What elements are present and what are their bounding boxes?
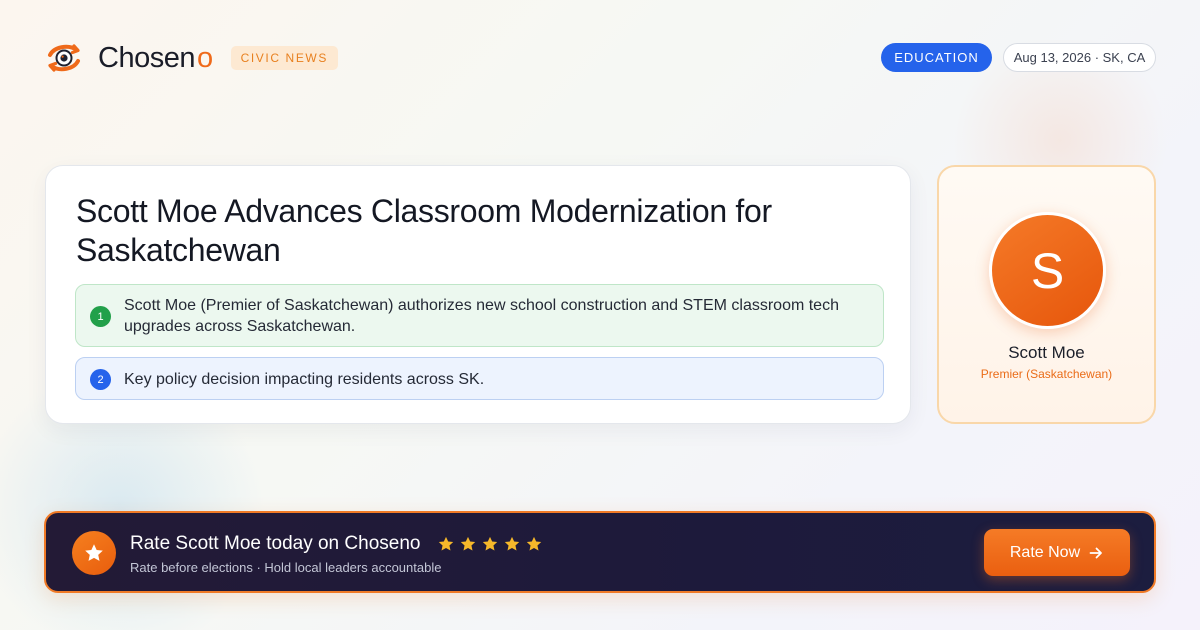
brand-name: Choseno: [98, 41, 213, 74]
rating-star-icon: [482, 536, 498, 551]
banner-title: Rate Scott Moe today on Choseno: [130, 533, 421, 554]
article-card: Scott Moe Advances Classroom Modernizati…: [45, 165, 911, 424]
profile-name: Scott Moe: [1008, 343, 1085, 362]
profile-role: Premier (Saskatchewan): [980, 367, 1113, 381]
arrow-right-icon: [1089, 547, 1103, 558]
category-badge[interactable]: EDUCATION: [881, 43, 992, 72]
point-text: Scott Moe (Premier of Saskatchewan) auth…: [124, 297, 839, 335]
rate-banner: Rate Scott Moe today on Choseno Rate bef…: [44, 511, 1156, 593]
profile-card[interactable]: S Scott Moe Premier (Saskatchewan): [937, 165, 1156, 424]
rating-star-icon: [460, 536, 476, 551]
eye-icon: [48, 44, 80, 72]
rating-star-icon: [438, 536, 454, 551]
date-location-badge: Aug 13, 2026 · SK, CA: [1003, 43, 1156, 72]
point-number: 2: [90, 369, 111, 390]
star-icon: [72, 531, 116, 575]
point-number: 1: [90, 306, 111, 327]
banner-subtitle: Rate before elections · Hold local leade…: [130, 560, 442, 575]
rate-now-label: Rate Now: [1009, 543, 1081, 561]
rating-stars: [437, 535, 543, 553]
rate-now-button[interactable]: Rate Now: [984, 529, 1130, 576]
key-point: 2 Key policy decision impacting resident…: [75, 357, 884, 400]
point-text: Key policy decision impacting residents …: [124, 371, 485, 388]
avatar: S: [989, 212, 1106, 329]
rating-star-icon: [526, 536, 542, 551]
key-point: 1 Scott Moe (Premier of Saskatchewan) au…: [75, 284, 884, 347]
brand-tag: CIVIC NEWS: [230, 46, 338, 70]
article-headline: Scott Moe Advances Classroom Modernizati…: [76, 193, 772, 268]
brand-name-o: o: [196, 41, 213, 74]
brand[interactable]: Choseno CIVIC NEWS: [46, 40, 338, 76]
rating-star-icon: [504, 536, 520, 551]
